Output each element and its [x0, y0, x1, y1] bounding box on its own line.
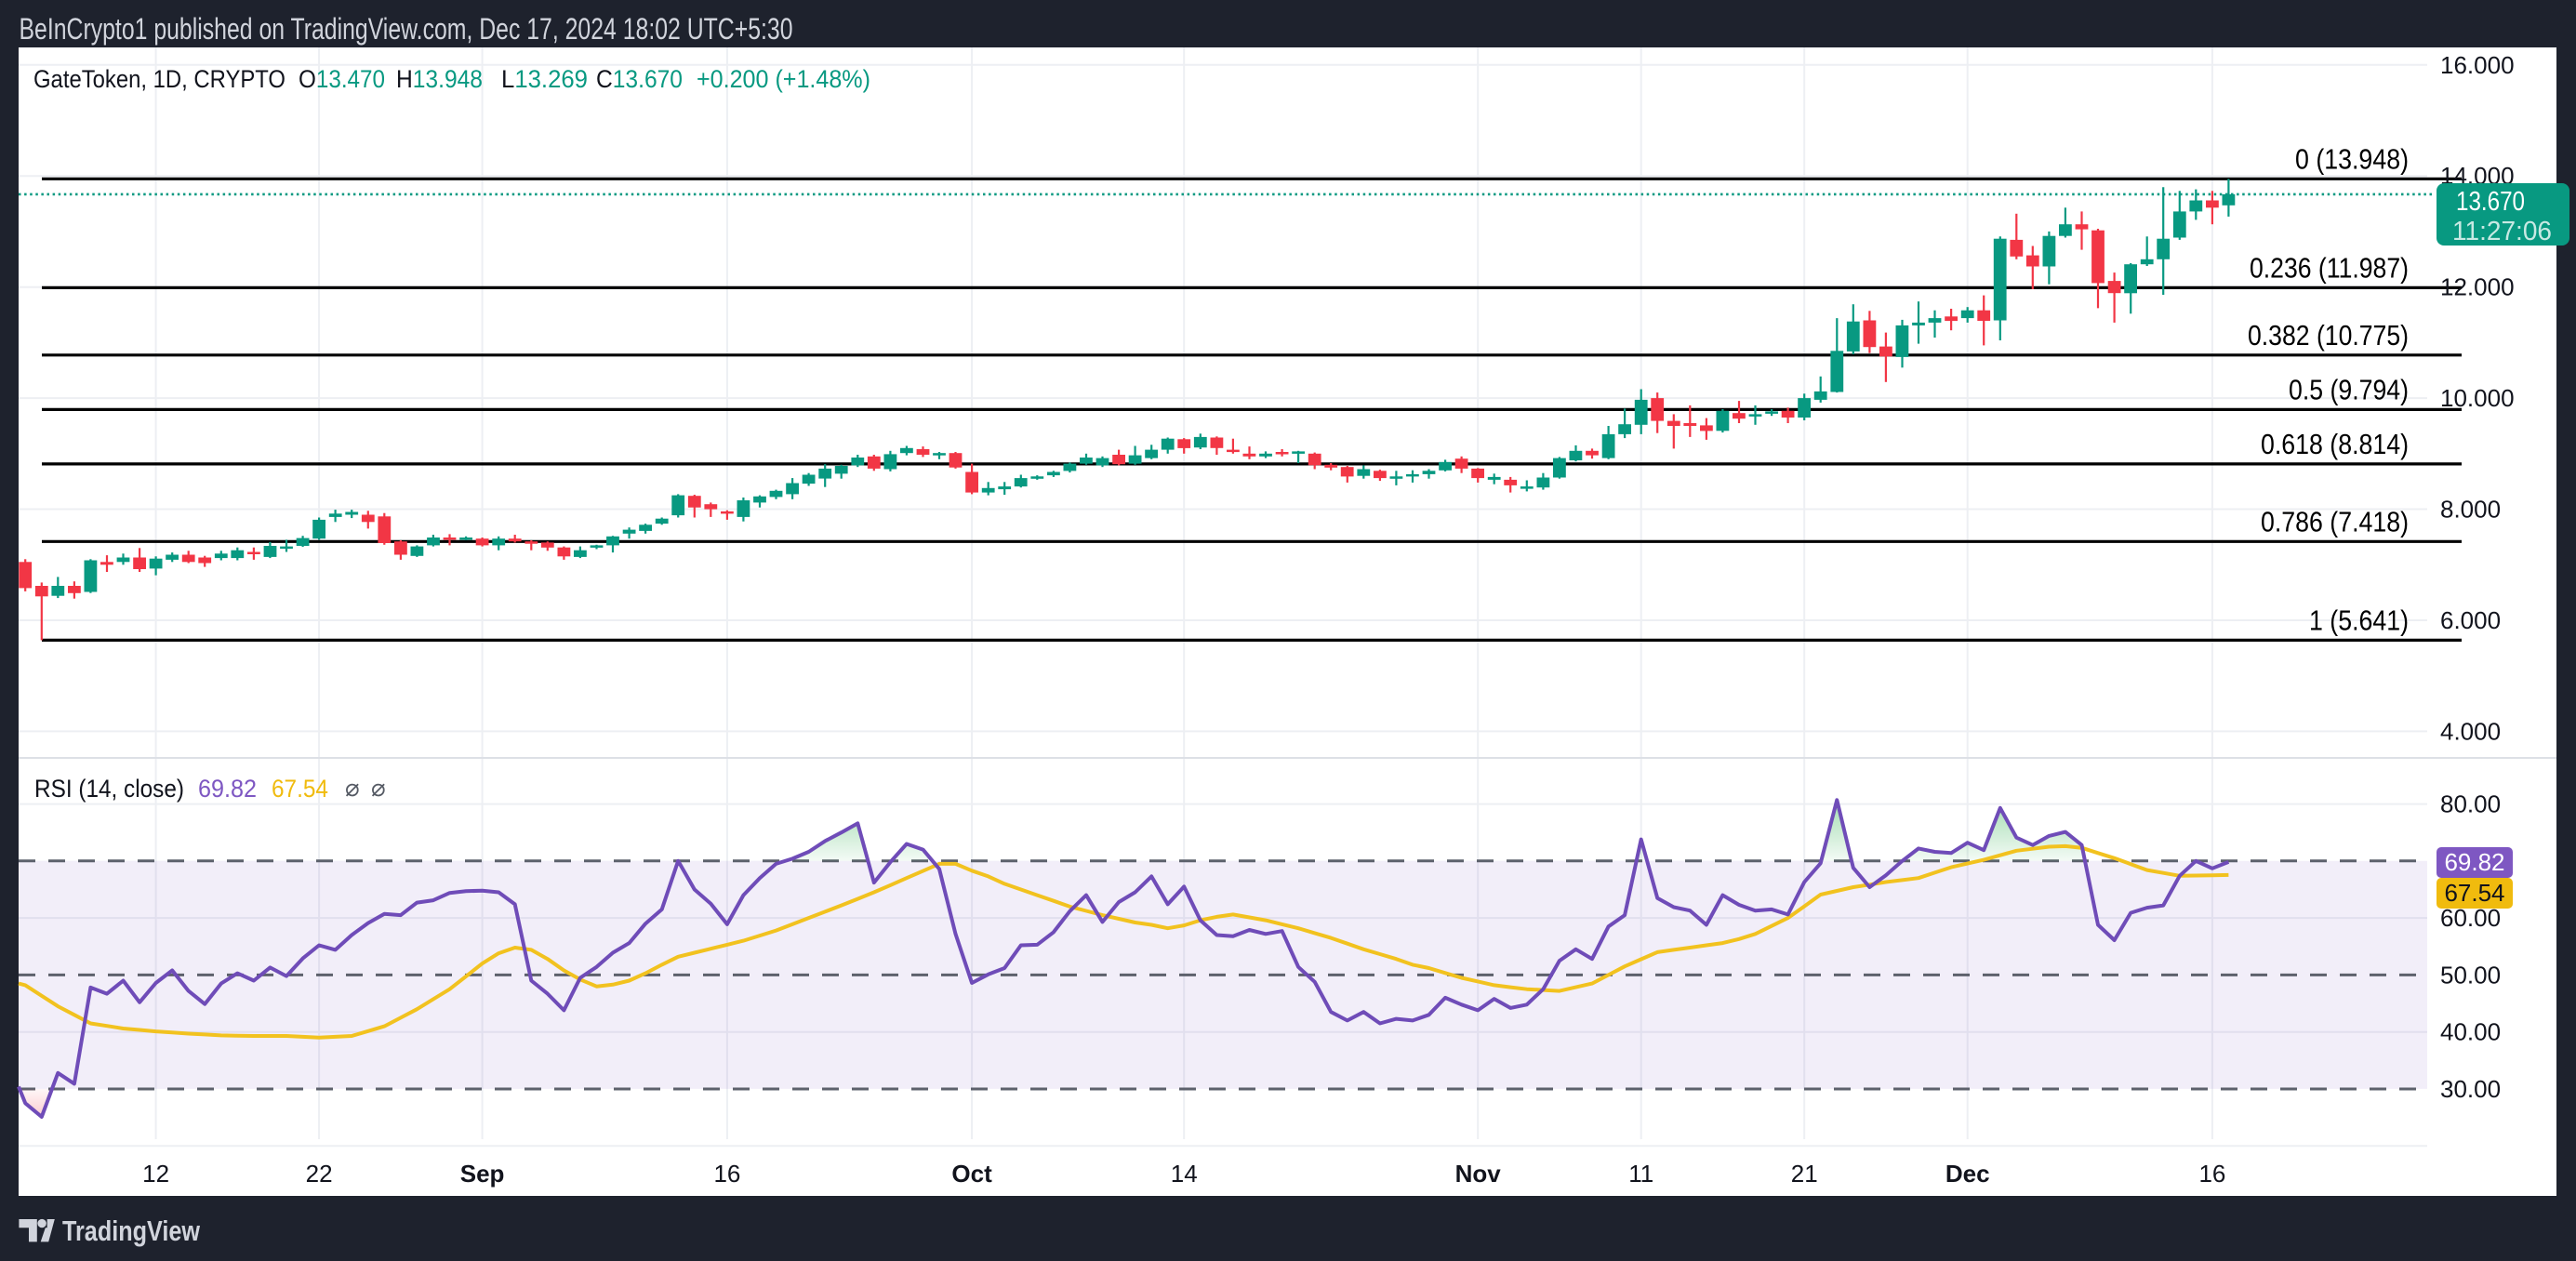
svg-text:Dec: Dec: [1945, 1160, 1990, 1188]
svg-text:TradingView: TradingView: [62, 1215, 201, 1247]
svg-text:GateToken, 1D, CRYPTO: GateToken, 1D, CRYPTO: [33, 65, 285, 93]
svg-text:L13.269: L13.269: [501, 65, 588, 93]
svg-text:69.82: 69.82: [198, 775, 257, 803]
svg-text:11: 11: [1628, 1160, 1653, 1188]
svg-text:12.000: 12.000: [2440, 273, 2515, 301]
svg-text:12: 12: [142, 1160, 169, 1188]
svg-text:0.382 (10.775): 0.382 (10.775): [2248, 319, 2409, 352]
svg-text:0.618 (8.814): 0.618 (8.814): [2261, 428, 2409, 460]
svg-text:80.00: 80.00: [2440, 790, 2501, 818]
svg-text:16.000: 16.000: [2440, 51, 2515, 79]
svg-text:Oct: Oct: [951, 1160, 992, 1188]
svg-text:0.236 (11.987): 0.236 (11.987): [2250, 251, 2409, 284]
svg-text:O13.470: O13.470: [299, 65, 385, 93]
svg-text:0.786 (7.418): 0.786 (7.418): [2261, 505, 2409, 538]
svg-text:Nov: Nov: [1455, 1160, 1502, 1188]
svg-text:69.82: 69.82: [2444, 848, 2504, 876]
svg-text:4.000: 4.000: [2440, 717, 2501, 745]
svg-text:⌀: ⌀: [345, 774, 360, 802]
svg-text:67.54: 67.54: [2444, 879, 2504, 907]
svg-text:H13.948: H13.948: [396, 65, 483, 93]
svg-text:16: 16: [2198, 1160, 2225, 1188]
svg-text:30.00: 30.00: [2440, 1075, 2501, 1103]
svg-text:13.670: 13.670: [2456, 187, 2525, 217]
svg-text:50.00: 50.00: [2440, 961, 2501, 989]
svg-text:C13.670: C13.670: [596, 65, 683, 93]
svg-text:8.000: 8.000: [2440, 496, 2501, 524]
svg-text:1 (5.641): 1 (5.641): [2309, 604, 2409, 636]
svg-text:6.000: 6.000: [2440, 606, 2501, 634]
svg-text:22: 22: [306, 1160, 333, 1188]
svg-text:0.5 (9.794): 0.5 (9.794): [2289, 373, 2409, 405]
svg-text:40.00: 40.00: [2440, 1018, 2501, 1046]
svg-text:21: 21: [1791, 1160, 1818, 1188]
svg-text:⌀: ⌀: [371, 774, 386, 802]
svg-text:+0.200 (+1.48%): +0.200 (+1.48%): [697, 65, 870, 93]
svg-text:14: 14: [1171, 1160, 1198, 1188]
svg-text:RSI (14, close): RSI (14, close): [34, 775, 184, 803]
svg-text:67.54: 67.54: [272, 775, 328, 803]
svg-text:11:27:06: 11:27:06: [2452, 217, 2552, 246]
svg-text:10.000: 10.000: [2440, 384, 2515, 412]
svg-text:0 (13.948): 0 (13.948): [2295, 142, 2409, 175]
svg-text:16: 16: [713, 1160, 740, 1188]
svg-text:Sep: Sep: [460, 1160, 505, 1188]
svg-text:BeInCrypto1 published on Tradi: BeInCrypto1 published on TradingView.com…: [20, 12, 793, 46]
